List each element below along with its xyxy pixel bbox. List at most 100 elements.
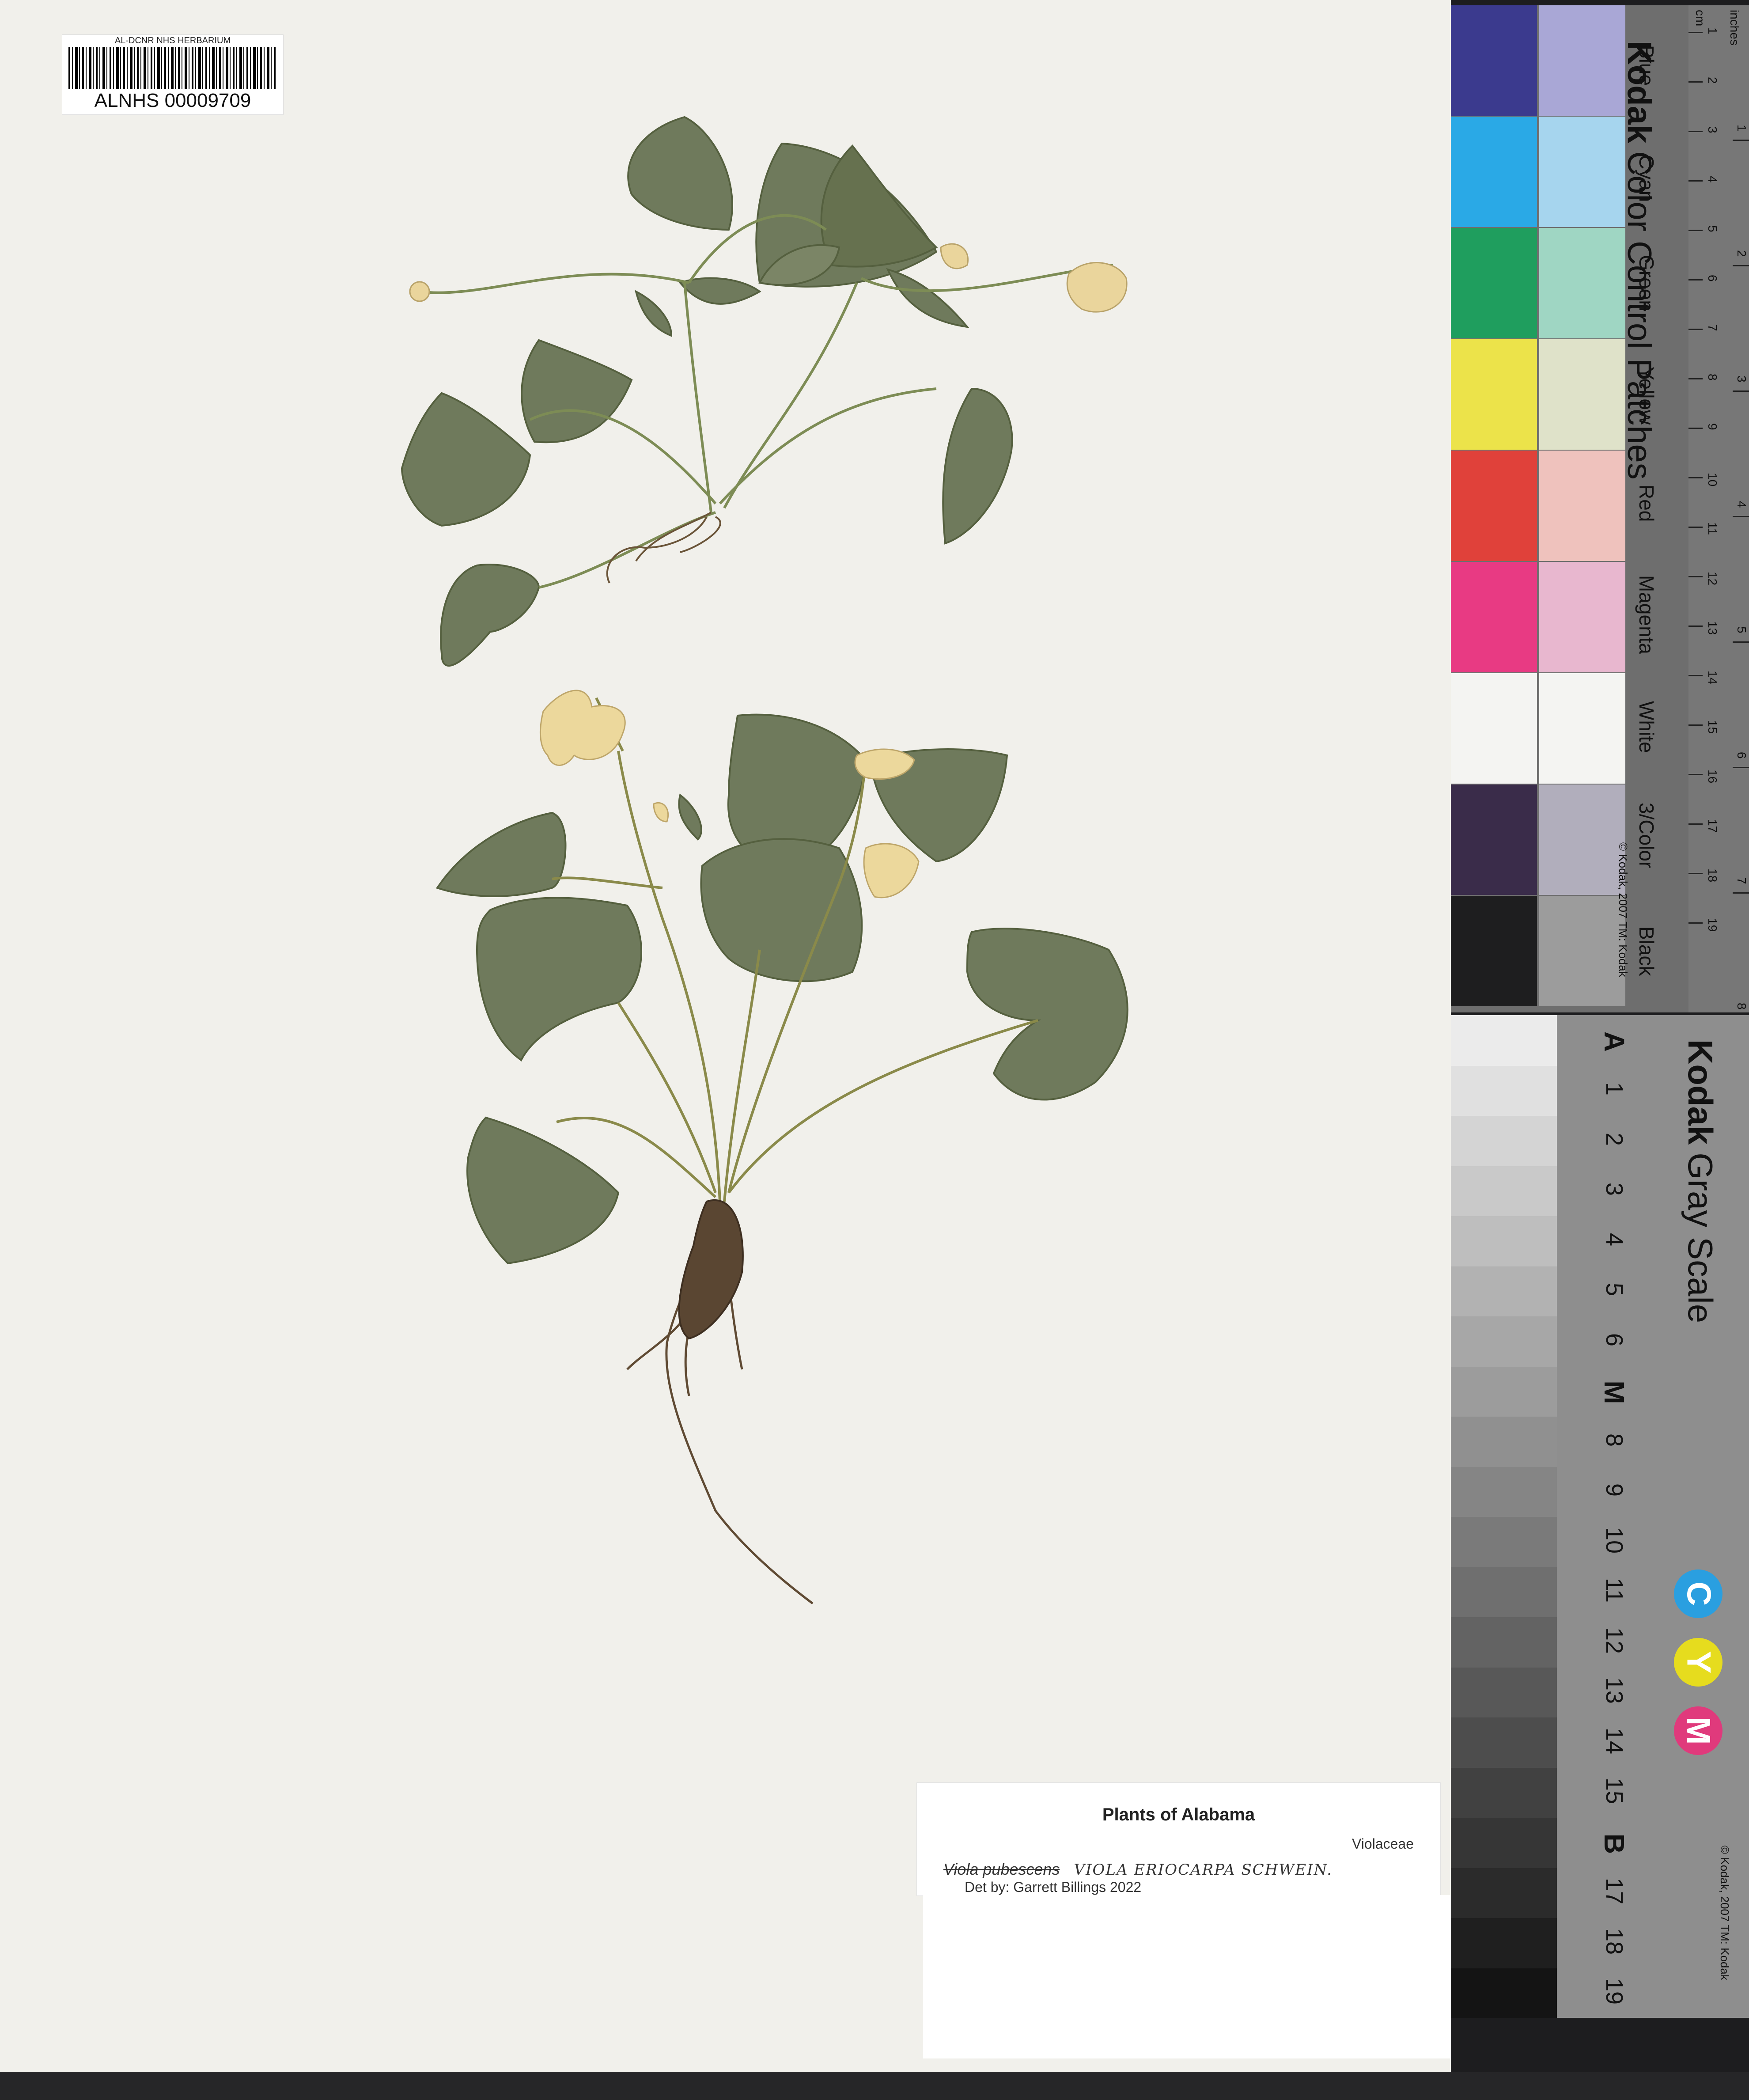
leaf: [886, 268, 969, 328]
gray-step: [1451, 1566, 1557, 1617]
leaf: [700, 838, 863, 982]
ruler-cm-tick: [1688, 823, 1703, 825]
blank-label-area: [923, 1895, 1451, 2058]
patch-yellow-light: [1539, 339, 1625, 450]
ruler-cm-tick: [1688, 180, 1703, 182]
leaf: [435, 811, 567, 897]
gray-step: [1451, 1617, 1557, 1668]
ruler-inch-tick: [1733, 767, 1749, 768]
ruler-inch-tick: [1733, 516, 1749, 517]
ruler-cm-tick: [1688, 873, 1703, 874]
gray-step: [1451, 1216, 1557, 1266]
ruler-cm-tick: [1688, 81, 1703, 83]
leaf: [942, 387, 1013, 545]
gray-step-label: 17: [1601, 1878, 1628, 1905]
gray-step-label: 2: [1601, 1132, 1628, 1146]
ruler-cm-tick: [1688, 32, 1703, 33]
patch-black-dark: [1451, 896, 1537, 1006]
leaf: [401, 392, 531, 527]
ruler-inch-label: 8: [1735, 1003, 1749, 1010]
gray-step: [1451, 1065, 1557, 1116]
patch-cyan-light: [1539, 117, 1625, 227]
ruler-inch-tick: [1733, 140, 1749, 141]
leaf: [635, 290, 673, 337]
ruler-inch-label: 3: [1735, 375, 1749, 383]
gray-step-label: 4: [1601, 1232, 1628, 1246]
patch-name-magenta: Magenta: [1635, 575, 1658, 655]
ruler-inch-tick: [1733, 892, 1749, 894]
gray-step-label: 14: [1601, 1727, 1628, 1754]
ruler-inch-label: 5: [1735, 626, 1749, 633]
gray-step-label: 5: [1601, 1283, 1628, 1296]
specimen-label: Plants of Alabama Violaceae Viola pubesc…: [916, 1782, 1441, 1896]
gray-step-label: 10: [1601, 1527, 1628, 1554]
upper-roots: [606, 512, 721, 584]
patch-cyan-dark: [1451, 117, 1537, 227]
patch-yellow-dark: [1451, 339, 1537, 450]
gray-step-label: 19: [1601, 1978, 1628, 2005]
patch-red-dark: [1451, 451, 1537, 561]
patch-name-green: Green: [1635, 255, 1658, 311]
ruler-cm-label: 6: [1706, 275, 1719, 282]
patch-name-red: Red: [1635, 485, 1658, 522]
gray-step-label: 6: [1601, 1333, 1628, 1346]
gray-step: [1451, 1316, 1557, 1367]
patch-name-black: Black: [1635, 926, 1658, 976]
patch-name-white: White: [1635, 701, 1658, 753]
color-card-copyright: © Kodak, 2007 TM: Kodak: [1616, 842, 1630, 977]
patch-name-blue: Blue: [1635, 45, 1658, 86]
ruler-cm-label: 11: [1706, 522, 1719, 535]
leaf: [476, 897, 642, 1061]
ruler-cm-tick: [1688, 279, 1703, 281]
gray-scale-card: KodakGray Scale C Y M © Kodak, 2007 TM: …: [1451, 1015, 1749, 2018]
gray-step-label: 3: [1601, 1183, 1628, 1196]
gray-step-label: B: [1598, 1833, 1630, 1854]
gray-step: [1451, 1667, 1557, 1717]
color-control-card: KodakColor Control Patches Blue Cyan Gre…: [1451, 5, 1749, 1019]
ruler-cm-tick: [1688, 131, 1703, 132]
ruler-cm-label: 9: [1706, 423, 1719, 430]
ruler-cm-tick: [1688, 477, 1703, 478]
ruler-inch-label: 4: [1735, 501, 1749, 508]
leaf: [440, 564, 540, 667]
gray-scale-strip: KodakGray Scale C Y M © Kodak, 2007 TM: …: [1557, 1015, 1749, 2018]
patch-name-cyan: Cyan: [1635, 155, 1658, 202]
ruler-cm-label: 8: [1706, 374, 1719, 381]
ruler-cm-label: 4: [1706, 176, 1719, 183]
ruler-inch-label: 6: [1735, 752, 1749, 759]
gray-step: [1451, 1767, 1557, 1818]
ruler-cm-label: 19: [1706, 918, 1719, 932]
ruler-cm-label: 17: [1706, 819, 1719, 833]
leaf: [678, 277, 761, 305]
ruler-cm-label: 3: [1706, 126, 1719, 133]
gray-step: [1451, 1165, 1557, 1216]
lower-plant: [435, 713, 1128, 1265]
ruler-cm-label: 15: [1706, 720, 1719, 734]
ruler-cm-label: 13: [1706, 621, 1719, 635]
ruler-cm-label: 14: [1706, 671, 1719, 685]
gray-step-label: 1: [1601, 1082, 1628, 1096]
gray-step-label: 9: [1601, 1483, 1628, 1497]
ruler-cm-label: 5: [1706, 225, 1719, 232]
ruler-cm-label: 2: [1706, 77, 1719, 84]
gray-step: [1451, 1115, 1557, 1166]
ruler-cm-tick: [1688, 625, 1703, 627]
label-taxon: Viola pubescens VIOLA ERIOCARPA SCHWEIN.: [943, 1860, 1333, 1879]
gray-step: [1451, 1867, 1557, 1918]
gray-step: [1451, 1516, 1557, 1567]
gray-step-label: A: [1598, 1031, 1630, 1052]
gray-step: [1451, 1967, 1557, 2018]
cym-m: M: [1674, 1706, 1722, 1755]
leaf: [627, 116, 733, 231]
ruler-cm-tick: [1688, 527, 1703, 528]
ruler-cm-tick: [1688, 329, 1703, 330]
gray-step: [1451, 1366, 1557, 1417]
leaf: [466, 1116, 620, 1265]
ruler-cm-label: 12: [1706, 572, 1719, 586]
ruler-unit-inches: inches: [1728, 10, 1741, 45]
ruler-inch-label: 1: [1735, 125, 1749, 132]
gray-step-label: 13: [1601, 1677, 1628, 1704]
cym-c: C: [1674, 1569, 1722, 1618]
ruler-inch-tick: [1733, 641, 1749, 643]
patch-white-dark: [1451, 673, 1537, 784]
